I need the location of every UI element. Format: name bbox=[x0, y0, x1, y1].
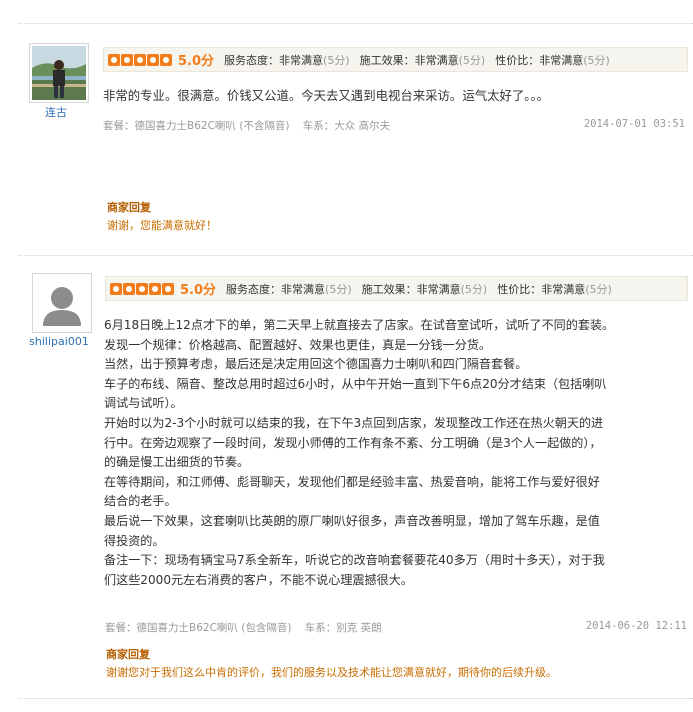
metric-construction: 施工效果：非常满意(5分) bbox=[359, 53, 486, 67]
star-icon bbox=[147, 53, 159, 66]
review-line: 最后说一下效果，这套喇叭比英朗的原厂喇叭好很多，声音改善明显，增加了驾车乐趣，是… bbox=[104, 513, 600, 528]
avatar[interactable] bbox=[32, 273, 92, 333]
star-icon bbox=[123, 282, 135, 295]
review-line: 的确是慢工出细货的节奏。 bbox=[104, 455, 250, 470]
review-line: 调试与试听）。 bbox=[104, 396, 183, 411]
car-info: 车系：大众 高尔夫 bbox=[302, 120, 391, 132]
review-line: 非常的专业。很满意。价钱又公道。今天去又遇到电视台来采访。运气太好了。。。 bbox=[103, 88, 550, 103]
overall-score: 5.0分 bbox=[180, 283, 217, 298]
divider bbox=[18, 255, 693, 256]
star-icon bbox=[110, 282, 122, 295]
review-text: 6月18日晚上12点才下的单，第二天早上就直接去了店家。在试音室试听，试听了不同… bbox=[104, 316, 690, 590]
metric-value: 性价比：非常满意(5分) bbox=[495, 53, 610, 67]
metric-service: 服务态度：非常满意(5分) bbox=[224, 53, 350, 67]
merchant-reply-text: 谢谢，您能满意就好！ bbox=[107, 219, 217, 232]
review-meta: 套餐：德国喜力士B62C喇叭 (不含隔音) 车系：大众 高尔夫 bbox=[103, 118, 390, 133]
metric-service: 服务态度：非常满意(5分) bbox=[226, 282, 352, 296]
star-rating bbox=[110, 282, 174, 295]
star-rating bbox=[108, 53, 172, 66]
review-date: 2014-07-01 03:51 bbox=[583, 118, 685, 130]
divider-top bbox=[18, 23, 693, 24]
review-line: 结合的老手。 bbox=[104, 494, 177, 509]
avatar[interactable] bbox=[29, 43, 89, 103]
review-meta: 套餐：德国喜力士B62C喇叭 (包含隔音) 车系：别克 英朗 bbox=[105, 620, 382, 635]
star-icon bbox=[108, 53, 120, 66]
divider-bottom bbox=[18, 698, 693, 699]
review-line: 行中。在旁边观察了一段时间，发现小师傅的工作有条不紊、分工明确（是3个人一起做的… bbox=[104, 435, 602, 450]
rating-bar: 5.0分 服务态度：非常满意(5分) 施工效果：非常满意(5分) 性价比：非常满… bbox=[103, 47, 688, 72]
username[interactable]: 连古 bbox=[16, 104, 96, 120]
review-line: 得投资的。 bbox=[104, 533, 165, 548]
review-line: 车子的布线、隔音、整改总用时超过6小时，从中午开始一直到下午6点20分才结束（包… bbox=[104, 376, 607, 391]
review-date: 2014-06-20 12:11 bbox=[585, 620, 687, 632]
package-info: 套餐：德国喜力士B62C喇叭 (包含隔音) bbox=[105, 622, 292, 634]
star-icon bbox=[160, 53, 172, 66]
metric-construction: 施工效果：非常满意(5分) bbox=[361, 282, 488, 296]
review-text: 非常的专业。很满意。价钱又公道。今天去又遇到电视台来采访。运气太好了。。。 bbox=[103, 86, 688, 106]
user-photo[interactable] bbox=[29, 43, 89, 103]
merchant-reply-text: 谢谢您对于我们这么中肯的评价，我们的服务以及技术能让您满意就好，期待你的后续升级… bbox=[106, 666, 557, 679]
merchant-reply-title: 商家回复 bbox=[107, 201, 151, 214]
review-line: 6月18日晚上12点才下的单，第二天早上就直接去了店家。在试音室试听，试听了不同… bbox=[104, 318, 615, 332]
review-line: 们这些2000元左右消费的客户，不能不说心理震撼很大。 bbox=[104, 572, 413, 587]
overall-score: 5.0分 bbox=[178, 54, 215, 69]
metric-value: 性价比：非常满意(5分) bbox=[497, 282, 612, 296]
star-icon bbox=[121, 53, 133, 66]
review-line: 发现一个规律：价格越高、配置越好、效果也更佳，真是一分钱一分货。 bbox=[104, 337, 492, 352]
star-icon bbox=[149, 282, 161, 295]
package-info: 套餐：德国喜力士B62C喇叭 (不含隔音) bbox=[103, 120, 290, 132]
review-line: 在等待期间，和江师傅、彪哥聊天，发现他们都是经验丰富、热爱音响，能将工作与爱好很… bbox=[104, 474, 600, 489]
car-info: 车系：别克 英朗 bbox=[304, 622, 382, 634]
review-line: 当然，出于预算考虑，最后还是决定用回这个德国喜力士喇叭和四门隔音套餐。 bbox=[104, 357, 528, 372]
star-icon bbox=[136, 282, 148, 295]
rating-bar: 5.0分 服务态度：非常满意(5分) 施工效果：非常满意(5分) 性价比：非常满… bbox=[105, 276, 688, 301]
username[interactable]: shilipai001 bbox=[19, 335, 99, 348]
review-line: 开始时以为2-3个小时就可以结束的我，在下午3点回到店家，发现整改工作还在热火朝… bbox=[104, 415, 604, 430]
default-avatar-icon[interactable] bbox=[32, 273, 92, 333]
review-line: 备注一下：现场有辆宝马7系全新车，听说它的改音响套餐要花40多万（用时十多天），… bbox=[104, 553, 605, 568]
star-icon bbox=[134, 53, 146, 66]
merchant-reply-title: 商家回复 bbox=[106, 648, 150, 661]
star-icon bbox=[162, 282, 174, 295]
